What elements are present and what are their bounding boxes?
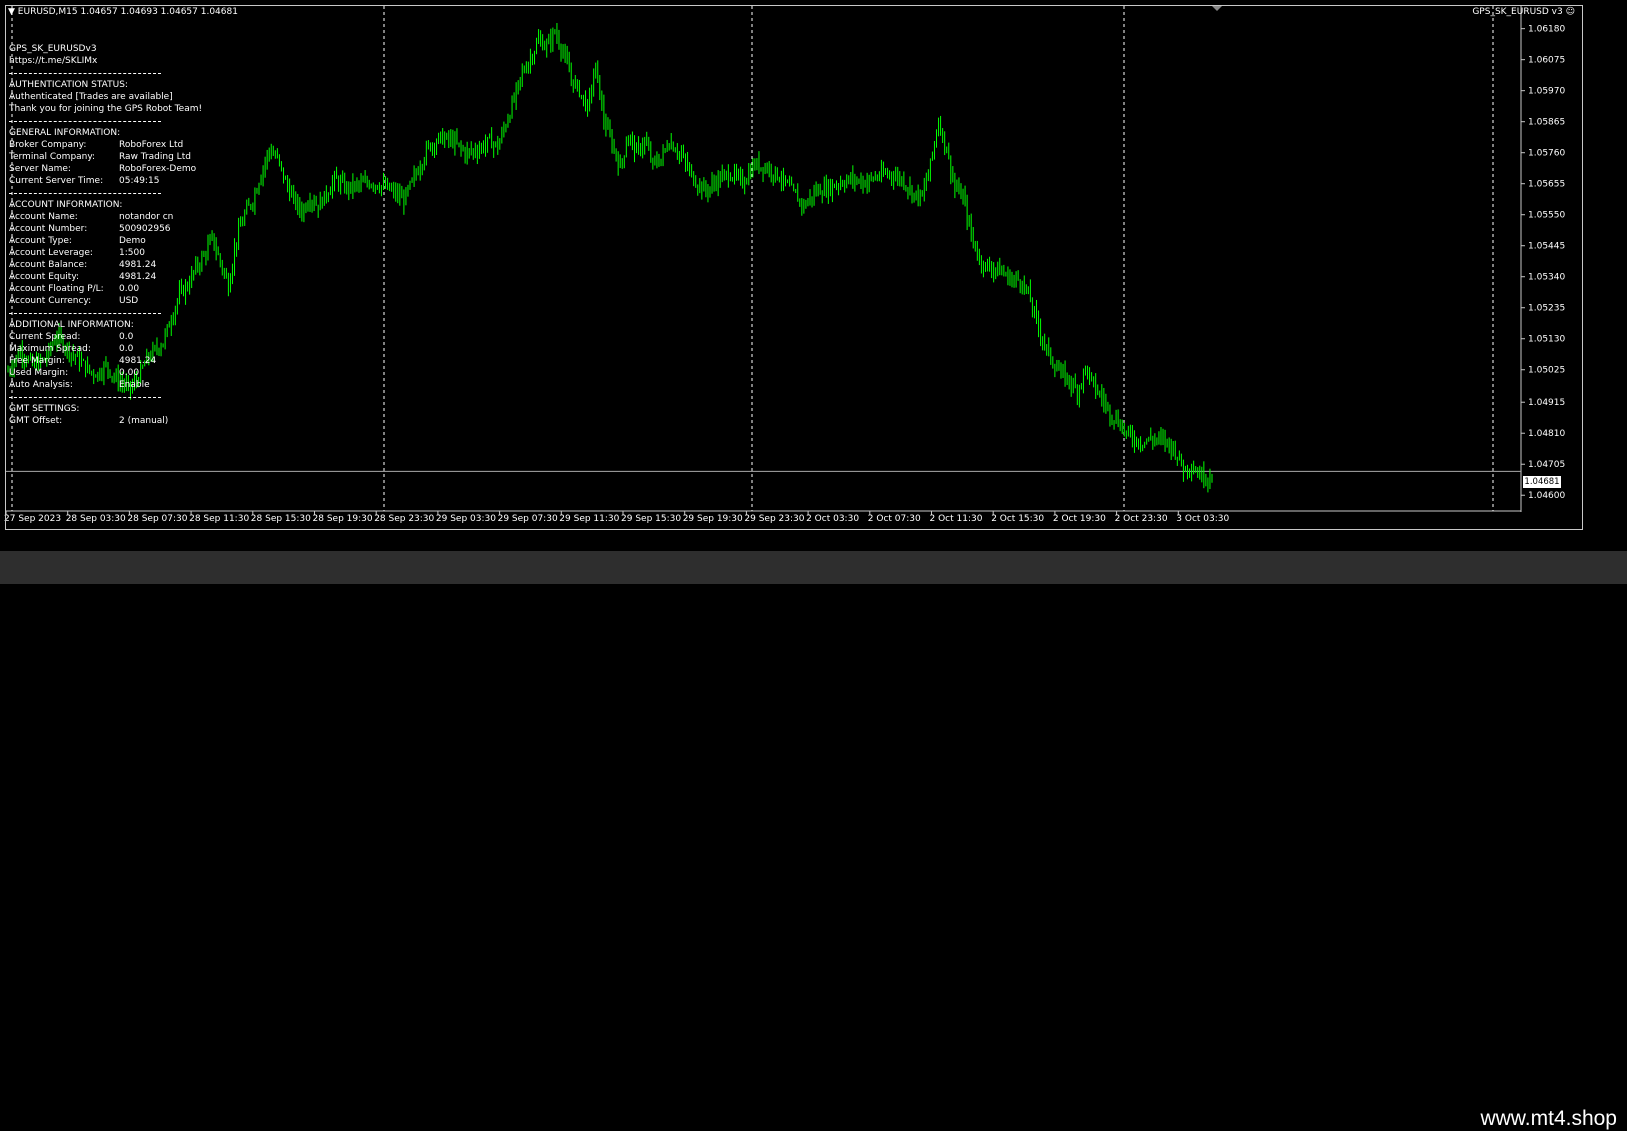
- panel-separator: [9, 115, 199, 127]
- info-row: Terminal Company: Raw Trading Ltd: [9, 151, 199, 163]
- info-label: Used Margin:: [9, 368, 69, 378]
- info-label: Account Equity:: [9, 272, 80, 282]
- chart-menu-triangle-icon[interactable]: ▼: [8, 7, 15, 17]
- info-row: Free Margin: 4981.24: [9, 355, 199, 367]
- info-panel: GPS_SK_EURUSDv3 https://t.me/SKLIMx AUTH…: [9, 43, 203, 427]
- info-row: Current Server Time: 05:49:15: [9, 175, 199, 187]
- expert-advisor-label: GPS_SK_EURUSD v3 ☺: [1472, 7, 1575, 17]
- info-value: Raw Trading Ltd: [119, 152, 191, 162]
- info-row: Account Type: Demo: [9, 235, 199, 247]
- info-row: Account Floating P/L: 0.00: [9, 283, 199, 295]
- info-label: Terminal Company:: [9, 152, 96, 162]
- info-row: Broker Company: RoboForex Ltd: [9, 139, 199, 151]
- panel-separator: [9, 67, 199, 79]
- info-label: Account Balance:: [9, 260, 88, 270]
- info-row: Account Leverage: 1:500: [9, 247, 199, 259]
- info-row: Current Spread: 0.0: [9, 331, 199, 343]
- auth-status: Authenticated [Trades are available]: [9, 92, 173, 102]
- info-label: Account Floating P/L:: [9, 284, 104, 294]
- info-row: GMT Offset: 2 (manual): [9, 415, 199, 427]
- info-value: 0.00: [119, 368, 140, 378]
- info-value: 0.0: [119, 332, 134, 342]
- account-info-list: Account Name: notandor cn Account Number: 5…: [9, 211, 199, 307]
- gmt-info-list: GMT Offset: 2 (manual): [9, 415, 199, 427]
- panel-separator: [9, 391, 199, 403]
- info-row: Account Name: notandor cn: [9, 211, 199, 223]
- info-value: 4981.24: [119, 272, 157, 282]
- additional-info-list: Current Spread: 0.0 Maximum Spread: 0.0 Free…: [9, 331, 199, 391]
- symbol-info: EURUSD,M15 1.04657 1.04693 1.04657 1.046…: [17, 7, 238, 17]
- panel-separator: [9, 187, 199, 199]
- symbol-header: ▼ EURUSD,M15 1.04657 1.04693 1.04657 1.0…: [8, 7, 238, 17]
- info-row: Used Margin: 0.00: [9, 367, 199, 379]
- info-row: Account Balance: 4981.24: [9, 259, 199, 271]
- account-heading: ACCOUNT INFORMATION:: [9, 200, 123, 210]
- smiley-icon: ☺: [1565, 7, 1575, 17]
- info-value: RoboForex-Demo: [119, 164, 197, 174]
- panel-separator: [9, 307, 199, 319]
- info-value: 4981.24: [119, 260, 157, 270]
- info-label: Broker Company:: [9, 140, 87, 150]
- watermark-text: www.mt4.shop: [1480, 1107, 1617, 1130]
- additional-heading: ADDITIONAL INFORMATION:: [9, 320, 134, 330]
- info-label: Maximum Spread:: [9, 344, 91, 354]
- info-label: Auto Analysis:: [9, 380, 73, 390]
- gmt-heading: GMT SETTINGS:: [9, 404, 80, 414]
- info-value: 0.00: [119, 284, 140, 294]
- info-label: Account Number:: [9, 224, 88, 234]
- general-heading: GENERAL INFORMATION:: [9, 128, 121, 138]
- info-label: Account Name:: [9, 212, 78, 222]
- info-row: Auto Analysis: Enable: [9, 379, 199, 391]
- chart-window[interactable]: 1.06180 1.06075 1.05970 1.05865 1.05760 1.056…: [0, 0, 1627, 546]
- info-row: Account Currency: USD: [9, 295, 199, 307]
- plot-frame: [5, 5, 1583, 530]
- info-value: 4981.24: [119, 356, 157, 366]
- info-label: Account Type:: [9, 236, 72, 246]
- info-value: Demo: [119, 236, 146, 246]
- general-info-list: Broker Company: RoboForex Ltd Terminal Com…: [9, 139, 199, 187]
- info-value: RoboForex Ltd: [119, 140, 184, 150]
- info-value: 1:500: [119, 248, 145, 258]
- info-value: USD: [119, 296, 139, 306]
- info-label: Server Name:: [9, 164, 71, 174]
- info-row: Account Equity: 4981.24: [9, 271, 199, 283]
- info-value: 0.0: [119, 344, 134, 354]
- info-label: GMT Offset:: [9, 416, 63, 426]
- info-row: Maximum Spread: 0.0: [9, 343, 199, 355]
- auth-heading: AUTHENTICATION STATUS:: [9, 80, 128, 90]
- panel-link[interactable]: https://t.me/SKLIMx: [9, 55, 199, 67]
- info-value: notandor cn: [119, 212, 174, 222]
- info-label: Current Server Time:: [9, 176, 104, 186]
- info-label: Account Currency:: [9, 296, 92, 306]
- current-price-badge: 1.04681: [1523, 476, 1561, 488]
- info-label: Free Margin:: [9, 356, 65, 366]
- auth-thanks: Thank you for joining the GPS Robot Team…: [9, 104, 203, 114]
- info-label: Current Spread:: [9, 332, 81, 342]
- info-value: Enable: [119, 380, 150, 390]
- panel-title: GPS_SK_EURUSDv3: [9, 44, 97, 54]
- info-label: Account Leverage:: [9, 248, 93, 258]
- info-row: Account Number: 500902956: [9, 223, 199, 235]
- info-value: 05:49:15: [119, 176, 160, 186]
- info-value: 2 (manual): [119, 416, 169, 426]
- info-value: 500902956: [119, 224, 171, 234]
- bottom-bar: www.mt4.shop: [0, 551, 1627, 1130]
- info-row: Server Name: RoboForex-Demo: [9, 163, 199, 175]
